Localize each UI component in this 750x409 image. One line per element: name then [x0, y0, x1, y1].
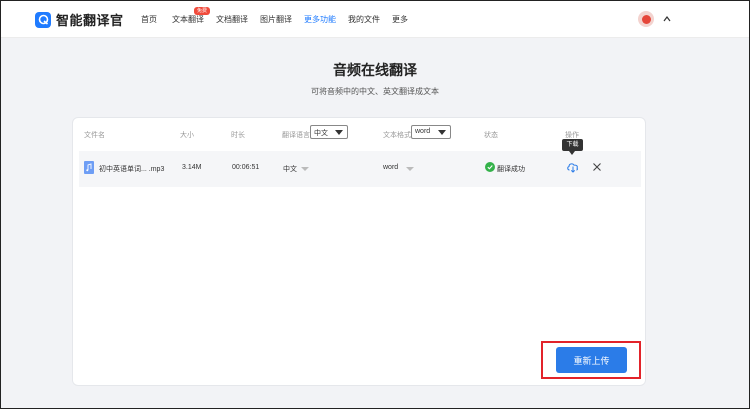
- row-format-arrow-icon[interactable]: [406, 167, 414, 171]
- close-icon[interactable]: [591, 161, 603, 173]
- col-size: 大小: [180, 132, 194, 139]
- page-subtitle: 可将音频中的中文、英文翻译成文本: [311, 87, 439, 96]
- row-format[interactable]: word: [383, 164, 398, 171]
- col-format: 文本格式: [383, 132, 411, 139]
- format-select[interactable]: word: [411, 125, 451, 139]
- dropdown-arrow-icon: [438, 130, 446, 135]
- row-status: 翻译成功: [497, 166, 525, 173]
- row-language[interactable]: 中文: [283, 164, 297, 174]
- logo-icon: [35, 11, 51, 28]
- app-logo[interactable]: 智能翻译官: [35, 10, 124, 29]
- row-size: 3.14M: [182, 164, 202, 171]
- free-badge: 免费: [194, 7, 211, 15]
- col-language: 翻译语言: [282, 132, 310, 139]
- language-select[interactable]: 中文: [310, 125, 348, 139]
- nav-more-features[interactable]: 更多功能: [304, 14, 336, 25]
- language-select-value: 中文: [314, 130, 328, 137]
- cloud-download-icon[interactable]: [566, 160, 580, 174]
- avatar-icon: [641, 14, 651, 24]
- nav-my-files[interactable]: 我的文件: [348, 14, 380, 25]
- page-title: 音频在线翻译: [333, 62, 417, 78]
- col-duration: 时长: [231, 132, 245, 139]
- format-select-value: word: [415, 128, 431, 135]
- row-filename: 初中英语单词... .mp3: [99, 166, 165, 173]
- nav-more[interactable]: 更多: [392, 14, 408, 25]
- top-header: 智能翻译官 首页 文本翻译 免费 文档翻译 图片翻译 更多功能 我的文件 更多: [0, 0, 750, 38]
- download-tooltip: 下载: [562, 139, 583, 155]
- col-filename: 文件名: [84, 132, 105, 139]
- chevron-up-icon[interactable]: [662, 14, 672, 24]
- col-status: 状态: [484, 132, 498, 139]
- nav-text-translate[interactable]: 文本翻译: [172, 14, 204, 25]
- success-icon: [485, 162, 495, 172]
- table-row: 初中英语单词... .mp3 3.14M 00:06:51 中文 word 翻译…: [79, 151, 641, 187]
- reupload-button[interactable]: 重新上传: [556, 347, 627, 373]
- nav-doc-translate[interactable]: 文档翻译: [216, 14, 248, 25]
- row-duration: 00:06:51: [232, 164, 260, 171]
- audio-file-icon: [84, 161, 94, 174]
- nav-home[interactable]: 首页: [141, 14, 157, 25]
- dropdown-arrow-icon: [335, 130, 343, 135]
- app-name: 智能翻译官: [56, 13, 124, 28]
- row-language-arrow-icon[interactable]: [301, 167, 309, 171]
- nav-image-translate[interactable]: 图片翻译: [260, 14, 292, 25]
- avatar[interactable]: [638, 11, 654, 27]
